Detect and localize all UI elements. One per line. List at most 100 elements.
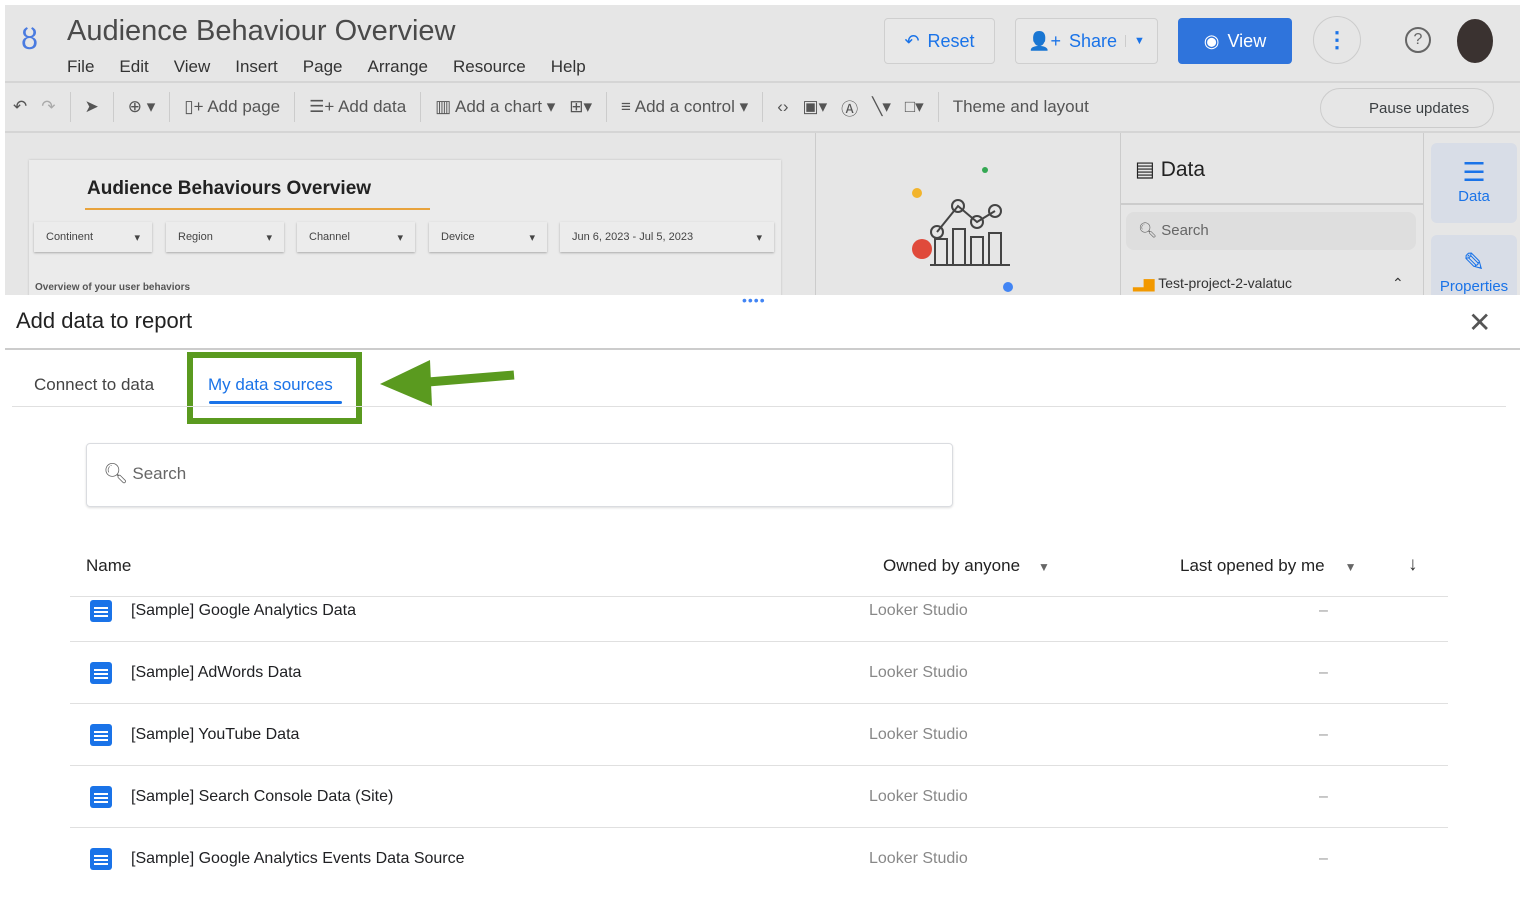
menu-resource[interactable]: Resource [453, 57, 526, 77]
help-icon[interactable]: ? [1405, 27, 1431, 53]
channel-control[interactable]: Channel ▾ [297, 222, 415, 252]
data-rail-label: Data [1458, 188, 1490, 205]
redo-icon[interactable]: ↷ [41, 97, 55, 117]
pause-updates-label: Pause updates [1369, 99, 1470, 117]
editor-background: ‍ȣ Audience Behaviour Overview File Edit… [5, 5, 1520, 295]
search-placeholder: Search [1161, 222, 1209, 239]
reset-label: Reset [927, 30, 975, 51]
undo-icon: ↶ [904, 30, 920, 51]
data-source-icon [90, 723, 112, 746]
eye-icon: ◉ [1203, 30, 1220, 51]
data-source-selector[interactable]: ▂▆ Test-project-2-valatuc ⌃ [1133, 275, 1404, 292]
add-control-button[interactable]: ≡ Add a control ▾ [621, 97, 748, 117]
table-row[interactable]: [Sample] YouTube Data Looker Studio – [70, 704, 1448, 766]
zoom-icon[interactable]: ⊕ ▾ [128, 97, 156, 117]
row-last-opened: – [1319, 663, 1328, 681]
add-data-button[interactable]: ☰+ Add data [309, 97, 406, 117]
pause-updates-button[interactable]: Pause updates [1320, 88, 1494, 128]
database-icon: ☰ [1462, 157, 1486, 187]
data-source-icon [90, 848, 112, 870]
table-row[interactable]: [Sample] Search Console Data (Site) Looke… [70, 766, 1448, 828]
menu-arrange[interactable]: Arrange [367, 57, 427, 77]
menu-insert[interactable]: Insert [235, 57, 278, 77]
community-viz-icon[interactable]: ⊞▾ [569, 97, 592, 117]
theme-layout-button[interactable]: Theme and layout [953, 97, 1089, 117]
close-icon[interactable]: ✕ [1468, 306, 1491, 339]
resize-handle[interactable]: •••• [742, 292, 766, 308]
data-rail-tab[interactable]: ☰ Data [1431, 143, 1517, 223]
search-placeholder: Search [132, 464, 187, 483]
continent-control[interactable]: Continent ▾ [34, 222, 152, 252]
row-last-opened: – [1319, 850, 1328, 867]
line-icon[interactable]: ╲▾ [872, 97, 891, 117]
add-page-button[interactable]: ▯+ Add page [184, 97, 280, 117]
control-label: Device [441, 231, 475, 243]
tab-my-data-sources[interactable]: My data sources [208, 375, 333, 395]
sort-direction-arrow-icon[interactable]: ↓ [1408, 554, 1418, 576]
chevron-down-icon: ▼ [1344, 560, 1357, 574]
report-page: Audience Behaviours Overview Continent ▾ … [29, 160, 781, 295]
row-owner: Looker Studio [869, 850, 968, 867]
arrow-annotation [380, 360, 515, 406]
data-source-icon [90, 661, 112, 684]
table-row[interactable]: [Sample] Google Analytics Events Data So… [70, 828, 1448, 890]
row-owner: Looker Studio [869, 601, 968, 619]
embed-code-icon[interactable]: ‹› [777, 97, 788, 117]
share-button[interactable]: 👤+ Share ▼ [1015, 18, 1158, 64]
table-row[interactable]: [Sample] Google Analytics Data Looker Stu… [70, 580, 1448, 642]
chevron-down-icon: ▼ [1038, 560, 1050, 574]
row-owner: Looker Studio [869, 663, 968, 681]
view-button[interactable]: ◉ View [1178, 18, 1292, 64]
add-person-icon: 👤+ [1028, 30, 1061, 51]
column-name[interactable]: Name [86, 556, 131, 576]
view-label: View [1227, 30, 1267, 51]
image-icon[interactable]: ▣▾ [803, 97, 828, 117]
row-last-opened: – [1319, 787, 1328, 805]
heading-underline [85, 208, 430, 210]
sort-dropdown[interactable]: Last opened by me ▼ [1180, 556, 1357, 576]
menu-edit[interactable]: Edit [119, 57, 148, 77]
chevron-down-icon[interactable]: ▼ [1125, 35, 1145, 47]
region-control[interactable]: Region ▾ [166, 222, 284, 252]
share-label: Share [1069, 30, 1118, 51]
add-data-label: Add data [338, 97, 407, 116]
search-icon: 🔍︎ [103, 463, 129, 485]
data-search-input[interactable]: 🔍︎ Search [1126, 212, 1416, 250]
report-heading[interactable]: Audience Behaviours Overview [87, 178, 371, 200]
select-cursor-icon[interactable]: ➤ [85, 97, 99, 117]
control-label: Channel [309, 231, 350, 243]
add-control-label: Add a control [634, 97, 735, 116]
report-subtitle: Overview of your user behaviors [35, 282, 191, 293]
tab-connect-to-data[interactable]: Connect to data [34, 375, 154, 395]
menu-bar: File Edit View Insert Page Arrange Resou… [67, 57, 586, 77]
row-name: [Sample] AdWords Data [131, 663, 302, 681]
device-control[interactable]: Device ▾ [429, 222, 547, 252]
search-input[interactable]: 🔍︎ Search [86, 443, 953, 507]
menu-view[interactable]: View [174, 57, 211, 77]
add-chart-label: Add a chart [455, 97, 542, 116]
report-title[interactable]: Audience Behaviour Overview [67, 15, 455, 48]
more-options-icon[interactable]: ⋮ [1313, 16, 1361, 64]
menu-file[interactable]: File [67, 57, 94, 77]
shape-icon[interactable]: □▾ [905, 97, 924, 117]
control-label: Region [178, 231, 213, 243]
reset-button[interactable]: ↶ Reset [884, 18, 995, 64]
data-panel-title-text: Data [1160, 158, 1206, 181]
dialog-title: Add data to report [16, 308, 193, 333]
properties-rail-tab[interactable]: ✎ Properties [1431, 235, 1517, 295]
date-range-control[interactable]: Jun 6, 2023 - Jul 5, 2023 ▾ [560, 222, 774, 252]
owner-filter-dropdown[interactable]: Owned by anyone ▼ [883, 556, 1050, 576]
chart-illustration [912, 167, 1013, 292]
add-page-label: Add page [207, 97, 281, 116]
table-row[interactable]: [Sample] AdWords Data Looker Studio – [70, 642, 1448, 704]
undo-icon[interactable]: ↶ [13, 97, 27, 117]
text-box-icon[interactable]: Ⓐ [841, 95, 858, 120]
avatar[interactable] [1457, 19, 1493, 63]
row-name: [Sample] YouTube Data [131, 725, 300, 743]
data-panel-title: ▤ Data [1135, 158, 1206, 181]
active-tab-indicator [209, 401, 342, 404]
toolbar: ↶ ↷ ➤ ⊕ ▾ ▯+ Add page ☰+ Add data ▥ Add a… [5, 81, 1520, 133]
add-chart-button[interactable]: ▥ Add a chart ▾ [435, 97, 555, 117]
menu-page[interactable]: Page [303, 57, 343, 77]
menu-help[interactable]: Help [551, 57, 586, 77]
